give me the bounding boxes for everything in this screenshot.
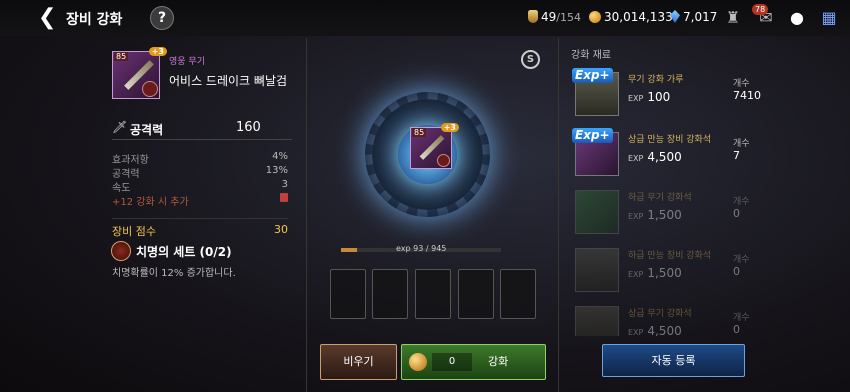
menu-grid-icon[interactable]: ▦ (818, 8, 840, 28)
exp-icon: EXP (628, 212, 644, 221)
help-button[interactable]: ? (150, 6, 174, 30)
material-slot[interactable] (500, 269, 536, 319)
set-emblem-icon (437, 154, 450, 167)
set-emblem-icon (142, 81, 158, 97)
exp-plus-tag: Exp+ (572, 128, 613, 143)
bonus-stat-row: +12 강화 시 추가 (112, 193, 288, 208)
weapon-name: 어비스 드레이크 뼈날검 (169, 74, 288, 88)
gold-counter: 30,014,133 (589, 10, 673, 24)
gold-coin-icon (589, 11, 601, 23)
exp-icon: EXP (628, 328, 644, 336)
enhance-stone-icon (575, 190, 619, 234)
panel-divider (558, 38, 559, 392)
enhance-stone-icon (575, 248, 619, 292)
enhance-label: 강화 (488, 355, 509, 368)
exp-plus-tag: Exp+ (572, 68, 613, 83)
exp-icon: EXP (628, 154, 644, 163)
notification-badge: 78 (752, 4, 769, 15)
material-item[interactable]: 하급 무기 강화석 EXP 1,500 개수 0 (561, 188, 761, 243)
set-description: 치명확률이 12% 증가합니다. (112, 268, 236, 279)
gem-counter: 7,017 (670, 10, 717, 24)
weapon-powder-icon: Exp+ (572, 68, 619, 116)
material-item[interactable]: Exp+ 무기 강화 가루 EXP 100 개수 7410 (561, 68, 761, 125)
exp-text: exp 93 / 945 (396, 244, 447, 253)
exp-icon: EXP (628, 94, 644, 103)
empty-button[interactable]: 비우기 (320, 344, 397, 380)
enhance-center-panel: S 85 +3 exp 93 / 945 비우기 0 강화 (308, 38, 558, 392)
s-circle-icon[interactable]: S (521, 50, 540, 69)
attack-sword-icon: 🗡 (112, 120, 128, 134)
exp-progress-fill (341, 248, 357, 252)
weapon-icon[interactable]: 85 +3 (112, 47, 167, 99)
enhance-stone-icon: Exp+ (572, 128, 619, 176)
top-bar: ❮ 장비 강화 ? 49/154 30,014,133 7,017 ♜ ✉ 78… (0, 0, 850, 36)
material-item[interactable]: 하급 만능 장비 강화석 EXP 1,500 개수 0 (561, 246, 761, 301)
materials-panel: 강화 재료 Exp+ 무기 강화 가루 EXP 100 개수 7410 Exp+ … (561, 38, 850, 392)
panel-divider (306, 38, 307, 392)
enhance-cost: 0 (432, 353, 472, 371)
exp-icon: EXP (628, 270, 644, 279)
weapon-info-panel: 85 +3 영웅 무기 어비스 드레이크 뼈날검 🗡 공격력 160 효과저항 4… (108, 38, 305, 392)
weapon-level: 85 (114, 52, 129, 61)
material-slot[interactable] (330, 269, 366, 319)
attack-row: 🗡 공격력 160 (112, 118, 292, 140)
stamina-counter: 49/154 (528, 10, 581, 24)
set-title: 치명의 세트 (0/2) (136, 245, 232, 259)
equipment-score: 장비 점수 30 (112, 218, 288, 239)
chat-icon[interactable]: ● (786, 8, 808, 28)
lock-icon (280, 193, 288, 202)
enhance-stone-icon (575, 306, 619, 336)
material-item[interactable]: 상급 무기 강화석 EXP 4,500 개수 0 (561, 304, 761, 336)
auto-register-button[interactable]: 자동 등록 (602, 344, 745, 377)
weapon-plus-badge: +3 (148, 47, 167, 56)
guild-icon[interactable]: ♜ (722, 8, 744, 28)
stat-row: 공격력 13% (112, 165, 288, 180)
material-slot[interactable] (415, 269, 451, 319)
gold-coin-icon (409, 353, 427, 371)
set-effect-icon (111, 241, 131, 261)
stat-row: 효과저항 4% (112, 151, 288, 166)
material-slot[interactable] (458, 269, 494, 319)
materials-title: 강화 재료 (571, 50, 611, 61)
gem-icon (670, 10, 680, 23)
enhance-button[interactable]: 0 강화 (401, 344, 546, 380)
page-title: 장비 강화 (66, 12, 123, 28)
target-weapon-icon[interactable]: 85 +3 (410, 123, 459, 169)
back-arrow-icon[interactable]: ❮ (38, 6, 64, 30)
attack-label: 공격력 (130, 123, 164, 137)
material-item[interactable]: Exp+ 상급 만능 장비 강화석 EXP 4,500 개수 7 (561, 128, 761, 185)
stat-row: 속도 3 (112, 179, 288, 194)
weapon-grade: 영웅 무기 (169, 57, 205, 67)
material-slot[interactable] (372, 269, 408, 319)
attack-value: 160 (236, 120, 261, 135)
stamina-icon (528, 10, 538, 23)
